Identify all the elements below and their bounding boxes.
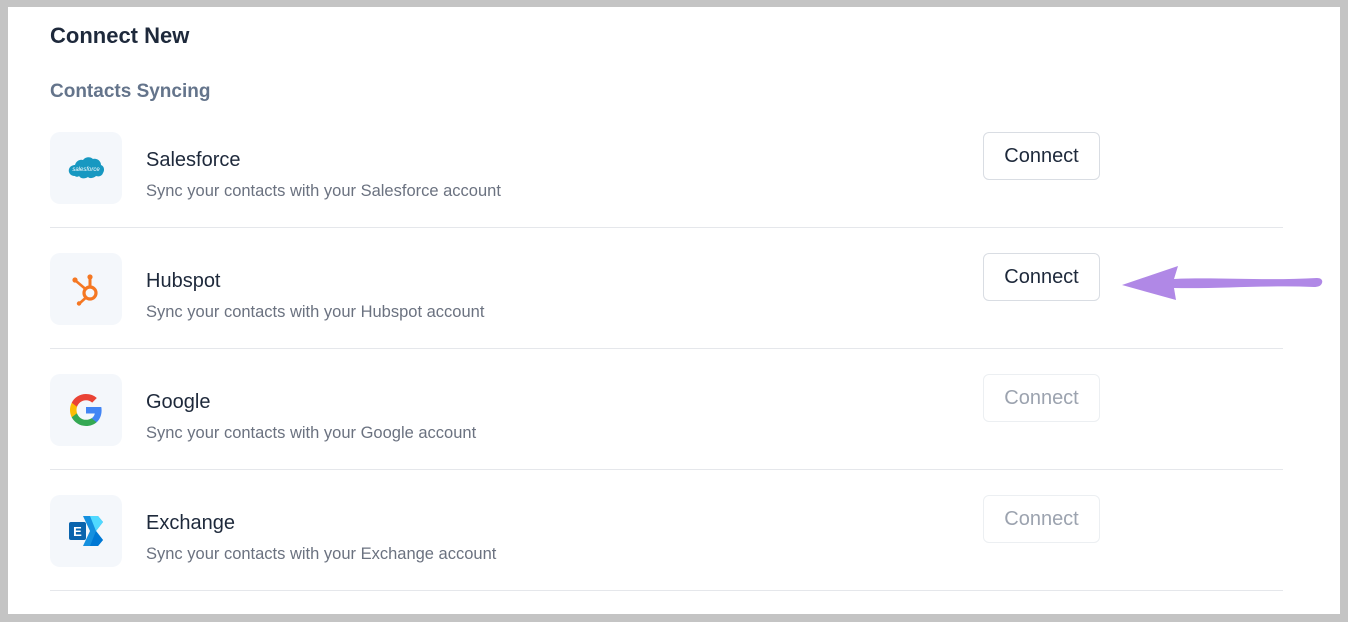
integration-description: Sync your contacts with your Salesforce … — [146, 182, 501, 200]
integration-name: Google — [146, 391, 211, 413]
integration-list: salesforce Salesforce Sync your contacts… — [50, 107, 1283, 591]
integration-name: Salesforce — [146, 149, 241, 171]
connect-button-salesforce[interactable]: Connect — [983, 132, 1100, 180]
integration-name: Exchange — [146, 512, 235, 534]
integration-description: Sync your contacts with your Exchange ac… — [146, 545, 497, 563]
connect-button-google[interactable]: Connect — [983, 374, 1100, 422]
integration-row-hubspot: Hubspot Sync your contacts with your Hub… — [50, 228, 1283, 349]
google-logo-icon — [50, 374, 122, 446]
page-title: Connect New — [50, 23, 190, 48]
integration-description: Sync your contacts with your Google acco… — [146, 424, 477, 442]
exchange-logo-icon: E — [50, 495, 122, 567]
arrow-left-icon — [1122, 266, 1323, 300]
integration-row-exchange: E Exchange Sync your contacts with your … — [50, 470, 1283, 591]
connect-new-panel: Connect New Contacts Syncing salesforce … — [8, 7, 1340, 614]
connect-button-exchange[interactable]: Connect — [983, 495, 1100, 543]
hubspot-logo-icon — [50, 253, 122, 325]
connect-button-hubspot[interactable]: Connect — [983, 253, 1100, 301]
salesforce-logo-icon: salesforce — [50, 132, 122, 204]
integration-name: Hubspot — [146, 270, 221, 292]
exchange-logo-letter: E — [73, 524, 82, 539]
salesforce-logo-text: salesforce — [72, 167, 100, 173]
integration-row-google: Google Sync your contacts with your Goog… — [50, 349, 1283, 470]
integration-description: Sync your contacts with your Hubspot acc… — [146, 303, 485, 321]
section-title: Contacts Syncing — [50, 81, 211, 102]
integration-row-salesforce: salesforce Salesforce Sync your contacts… — [50, 107, 1283, 228]
